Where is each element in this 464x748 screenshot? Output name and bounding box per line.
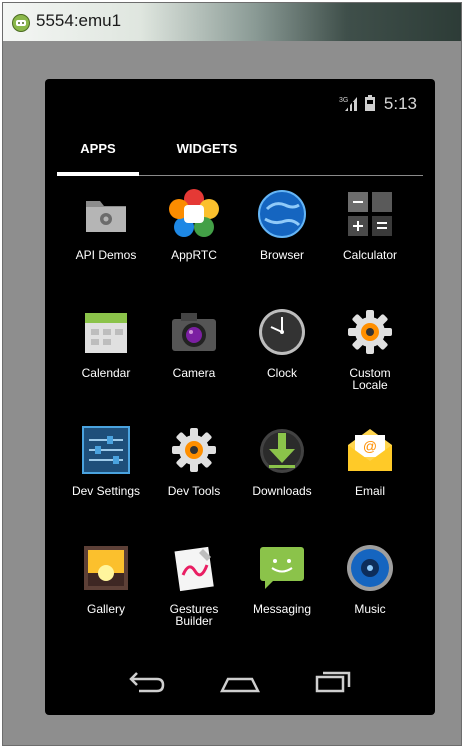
svg-text:@: @ [363,438,377,454]
app-label: Messaging [252,602,312,616]
app-label: Calculator [342,248,398,262]
app-api-demos[interactable]: API Demos [62,189,150,289]
camera-icon [169,307,219,357]
email-icon: @ [345,425,395,475]
emulator-window: 5554:emu1 3G 5:13 APPS WIDGETS API Demos… [2,2,462,746]
app-label: Music [354,602,386,616]
app-email[interactable]: @ Email [326,425,414,525]
app-label: Browser [259,248,304,262]
folder-gear-icon [81,189,131,239]
app-calculator[interactable]: Calculator [326,189,414,289]
app-label: Calendar [81,366,131,380]
calculator-icon [345,189,395,239]
app-gestures-builder[interactable]: Gestures Builder [150,543,238,643]
app-custom-locale[interactable]: Custom Locale [326,307,414,407]
calendar-icon [81,307,131,357]
app-label: AppRTC [171,248,217,262]
home-icon[interactable] [218,665,262,695]
app-label: Downloads [252,484,312,498]
gallery-icon [81,543,131,593]
app-label: Gestures Builder [169,602,219,628]
gestures-icon [169,543,219,593]
network-type-label: 3G [339,97,348,104]
window-title: 5554:emu1 [36,11,122,30]
globe-icon [257,189,307,239]
app-music[interactable]: Music [326,543,414,643]
gear-icon [345,307,395,357]
tab-widgets[interactable]: WIDGETS [157,139,257,177]
battery-icon [365,95,375,111]
tab-bar: APPS WIDGETS [57,139,423,181]
app-messaging[interactable]: Messaging [238,543,326,643]
speaker-icon [345,543,395,593]
android-icon [12,14,30,32]
app-calendar[interactable]: Calendar [62,307,150,407]
app-dev-tools[interactable]: Dev Tools [150,425,238,525]
clock-icon [257,307,307,357]
app-browser[interactable]: Browser [238,189,326,289]
status-bar: 3G 5:13 [45,79,435,127]
window-titlebar[interactable]: 5554:emu1 [3,3,461,41]
app-label: Custom Locale [349,366,391,392]
app-camera[interactable]: Camera [150,307,238,407]
app-apprtc[interactable]: AppRTC [150,189,238,289]
app-label: Dev Tools [167,484,221,498]
gear-icon [169,425,219,475]
app-downloads[interactable]: Downloads [238,425,326,525]
app-label: Dev Settings [71,484,141,498]
app-label: Gallery [86,602,125,616]
status-time: 5:13 [383,94,417,113]
settings-sliders-icon [81,425,131,475]
app-dev-settings[interactable]: Dev Settings [62,425,150,525]
app-gallery[interactable]: Gallery [62,543,150,643]
webrtc-icon [169,189,219,239]
signal-icon: 3G [339,95,359,111]
device-screen: 3G 5:13 APPS WIDGETS API Demos AppRTC Br… [45,79,435,715]
tab-selected-indicator [57,172,139,176]
app-label: Camera [172,366,216,380]
messaging-icon [257,543,307,593]
back-icon[interactable] [125,665,169,695]
download-icon [257,425,307,475]
app-clock[interactable]: Clock [238,307,326,407]
app-label: Clock [266,366,297,380]
app-label: Email [354,484,385,498]
app-label: API Demos [75,248,137,262]
navigation-bar [45,659,435,703]
recent-apps-icon[interactable] [311,665,355,695]
